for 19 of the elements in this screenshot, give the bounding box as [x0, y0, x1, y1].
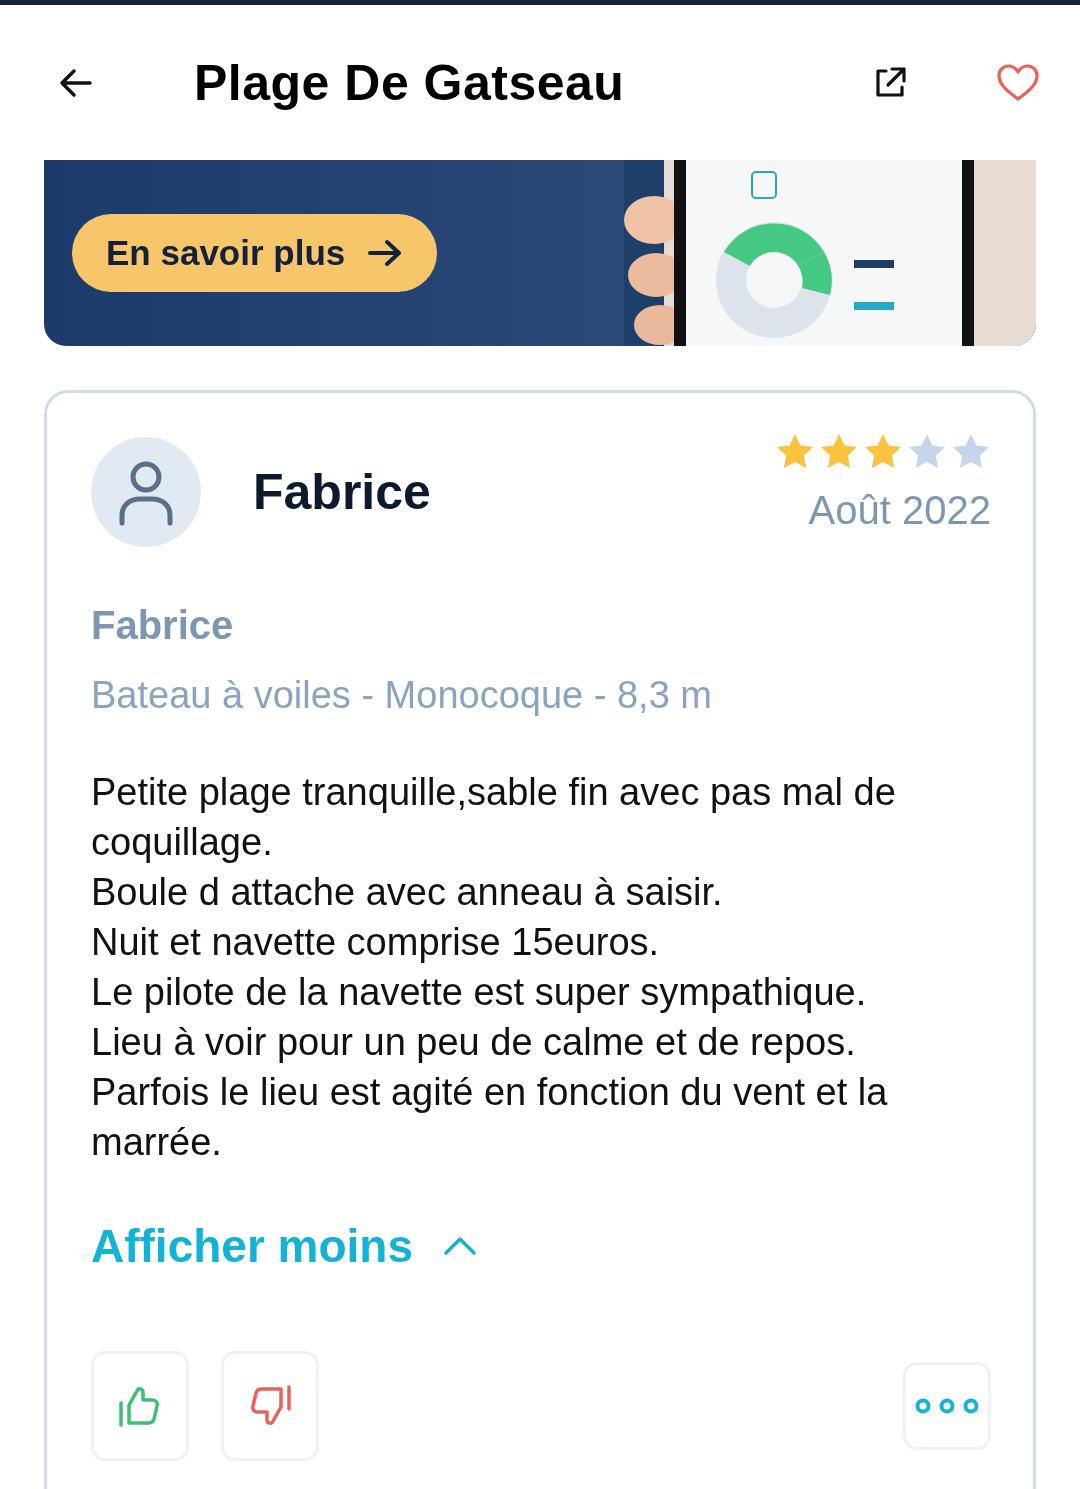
review-text: Petite plage tranquille,sable fin avec pas mal de coquillage. [91, 770, 897, 865]
chevron-icon [443, 1235, 478, 1257]
boat-owner: Fabrice [91, 603, 235, 648]
review-date: Août 2022 [808, 487, 991, 533]
more-options-button[interactable] [903, 1362, 991, 1450]
review-text: Le pilote de la navette est super sympathique. [91, 970, 868, 1015]
favorite-button[interactable] [996, 62, 1040, 103]
dislike-button[interactable] [221, 1351, 319, 1461]
arrow-right-icon [367, 238, 404, 268]
more-icon [914, 1397, 980, 1415]
boat-description: Bateau à voiles - Monocoque - 8,3 m [91, 674, 713, 717]
review-text: Parfois le lieu est agité en fonction du vent et la marrée. [91, 1070, 889, 1165]
page-title: Plage De Gatseau [194, 53, 626, 112]
review-text: Lieu à voir pour un peu de calme et de repos. [91, 1020, 857, 1065]
review-text: Boule d attache avec anneau à saisir. [91, 870, 724, 915]
reviewer-name: Fabrice [253, 463, 432, 521]
like-button[interactable] [91, 1351, 189, 1461]
learn-more-button[interactable]: En savoir plus [72, 214, 438, 292]
review-text: Nuit et navette comprise 15euros. [91, 920, 661, 965]
